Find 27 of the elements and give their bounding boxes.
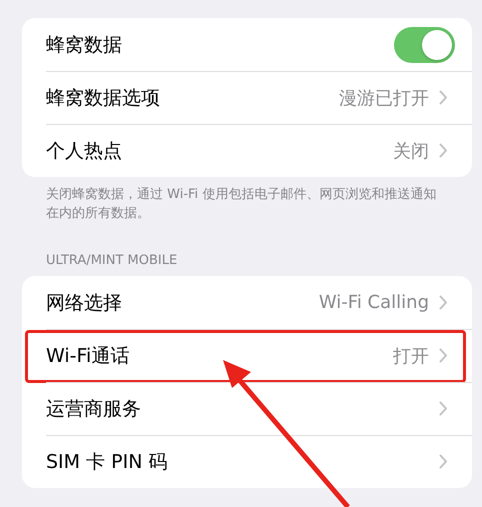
chevron-icon — [439, 454, 448, 469]
settings-row[interactable]: 蜂窝数据 — [22, 18, 472, 71]
row-value: 漫游已打开 — [339, 86, 429, 110]
section-footer: 关闭蜂窝数据，通过 Wi-Fi 使用包括电子邮件、网页浏览和推送通知在内的所有数据。 — [46, 185, 446, 223]
row-label: SIM 卡 PIN 码 — [46, 450, 168, 474]
row-value: 关闭 — [393, 140, 429, 162]
row-label: 个人热点 — [46, 138, 123, 164]
chevron-icon — [439, 401, 448, 416]
row-label: 蜂窝数据选项 — [46, 86, 161, 110]
row-value: 打开 — [393, 344, 429, 368]
settings-row[interactable]: 运营商服务 — [22, 382, 472, 435]
chevron-icon — [439, 348, 448, 363]
section-header: ULTRA/MINT MOBILE — [46, 253, 178, 268]
chevron-icon — [439, 90, 448, 105]
settings-row[interactable]: 蜂窝数据选项 漫游已打开 — [22, 71, 472, 124]
toggle-switch[interactable] — [394, 26, 455, 62]
chevron-icon — [439, 295, 448, 310]
settings-row[interactable]: SIM 卡 PIN 码 — [22, 435, 472, 488]
row-label: Wi-Fi通话 — [46, 344, 130, 368]
settings-row[interactable]: 个人热点 关闭 — [22, 124, 472, 177]
row-label: 运营商服务 — [46, 396, 142, 422]
settings-row[interactable]: Wi-Fi通话 打开 — [22, 329, 472, 382]
row-label: 蜂窝数据 — [46, 32, 123, 58]
settings-row[interactable]: 网络选择 Wi-Fi Calling — [22, 276, 472, 329]
row-label: 网络选择 — [46, 290, 123, 316]
row-value: Wi-Fi Calling — [318, 292, 429, 313]
chevron-icon — [439, 143, 448, 158]
